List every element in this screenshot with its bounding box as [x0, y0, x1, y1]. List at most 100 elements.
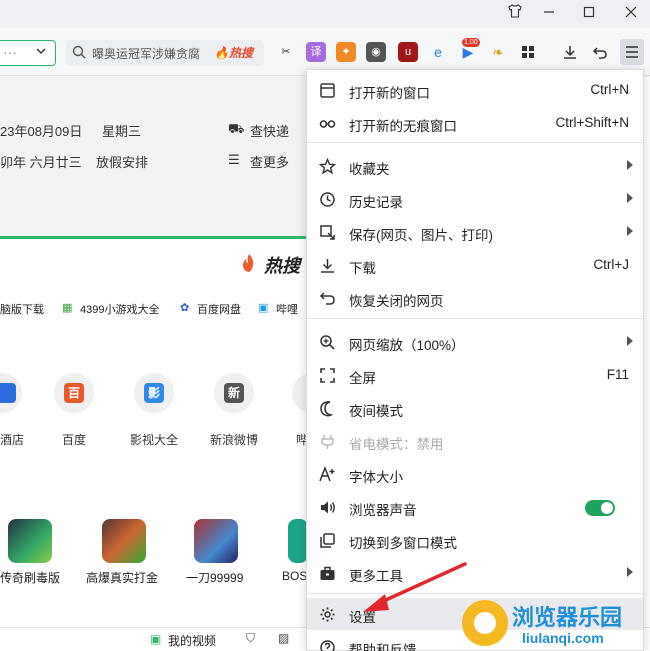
holiday-link[interactable]: 放假安排 [96, 152, 148, 171]
link-4399[interactable]: 4399小游戏大全 [80, 301, 159, 317]
menu-save[interactable]: 保存(网页、图片、打印) [307, 216, 643, 248]
menu-label: 夜间模式 [349, 404, 403, 419]
download-toolbar-icon[interactable] [560, 42, 580, 62]
watermark-title: 浏览器乐园 [512, 605, 623, 631]
menu-label: 切换到多窗口模式 [349, 536, 457, 551]
bilibili-icon: ▣ [258, 302, 269, 314]
sound-toggle[interactable] [585, 500, 615, 516]
download-icon [321, 259, 334, 273]
menu-shortcut: F11 [606, 367, 629, 382]
check-express-link[interactable]: 查快递 [250, 121, 289, 140]
maximize-button[interactable] [574, 2, 604, 24]
quick-links-row: 脑版下载 ▦ 4399小游戏大全 ✿ 百度网盘 ▣ 哔哩 [0, 299, 320, 319]
toggle-knob [601, 502, 613, 514]
tile-hotel[interactable] [0, 373, 22, 413]
watermark: 浏览器乐园 liulanqi.com [462, 598, 650, 651]
list-icon: ☰ [228, 152, 240, 167]
extension-cat-icon[interactable]: ◉ [366, 42, 386, 62]
my-videos-link[interactable]: 我的视频 [168, 632, 216, 649]
hot-search-badge[interactable]: 🔥热搜 [214, 44, 253, 61]
save-icon [320, 225, 335, 240]
calendar-lunar: 卯年 六月廿三 [0, 155, 82, 170]
link-bilibili[interactable]: 哔哩 [276, 301, 298, 317]
shirt-icon[interactable] [500, 2, 530, 24]
4399-icon: ▦ [62, 302, 73, 314]
gear-icon [320, 607, 335, 622]
help-icon [320, 640, 335, 651]
star-icon [319, 158, 336, 175]
toolbox-icon [320, 566, 335, 580]
link-desktop-download[interactable]: 脑版下载 [0, 301, 44, 317]
fullscreen-icon [320, 368, 335, 383]
menu-favorites[interactable]: 收藏夹 [307, 150, 643, 182]
submenu-arrow-icon [627, 226, 633, 236]
clock-icon [320, 192, 335, 207]
moon-icon [320, 401, 334, 417]
submenu-arrow-icon [627, 160, 633, 170]
game-thumb-3[interactable] [194, 519, 238, 563]
truck-icon: ⛟ [228, 121, 245, 136]
translate-icon[interactable]: 译 [306, 42, 326, 62]
game-label-4[interactable]: BOS [282, 569, 307, 583]
menu-label: 下载 [349, 261, 376, 276]
tile-weibo[interactable]: 新 [214, 373, 254, 413]
font-size-icon [319, 466, 335, 482]
game-thumb-4[interactable] [288, 519, 308, 563]
menu-new-incognito-window[interactable]: 打开新的无痕窗口 Ctrl+Shift+N [307, 107, 643, 139]
watermark-logo [462, 600, 508, 646]
menu-browser-sound[interactable]: 浏览器声音 [307, 491, 643, 523]
main-menu-button[interactable] [620, 39, 644, 65]
undo-toolbar-icon[interactable] [590, 42, 610, 62]
address-bar[interactable]: ··· [0, 40, 56, 66]
tile-video[interactable]: 影 [134, 373, 174, 413]
game-thumb-1[interactable] [8, 519, 52, 563]
minimize-button[interactable] [534, 2, 564, 24]
submenu-arrow-icon [627, 336, 633, 346]
game-label-2[interactable]: 高爆真实打金 [86, 569, 158, 586]
tile-label-hotel: 酒店 [0, 433, 25, 447]
hot-search-title[interactable]: 热搜 [264, 252, 300, 278]
speaker-icon [321, 501, 335, 514]
menu-shortcut: Ctrl+N [590, 82, 629, 97]
game-label-1[interactable]: 传奇刷毒版 [0, 569, 60, 586]
menu-new-window[interactable]: 打开新的窗口 Ctrl+N [307, 74, 643, 106]
video-play-icon: ▣ [150, 632, 162, 646]
more-link[interactable]: 查更多 [250, 152, 289, 171]
game-controller-icon[interactable]: ✦ [336, 42, 356, 62]
menu-label: 收藏夹 [349, 162, 390, 177]
ublock-icon[interactable]: u [398, 42, 418, 62]
image-icon[interactable]: ▨ [278, 631, 289, 645]
game-thumb-2[interactable] [102, 519, 146, 563]
menu-label: 字体大小 [349, 470, 403, 485]
scissors-icon[interactable]: ✂ [276, 42, 296, 62]
ie-icon[interactable]: e [428, 42, 448, 62]
shield-icon[interactable]: ⛉ [246, 631, 255, 646]
menu-zoom[interactable]: 网页缩放（100%） [307, 326, 643, 358]
title-bar [0, 0, 650, 28]
submenu-arrow-icon [627, 567, 633, 577]
chevron-down-icon[interactable] [35, 45, 47, 60]
menu-label: 全屏 [349, 371, 376, 386]
menu-multiwindow[interactable]: 切换到多窗口模式 [307, 524, 643, 556]
game-label-3[interactable]: 一刀99999 [186, 569, 243, 586]
tile-baidu[interactable]: 百 [54, 373, 94, 413]
menu-font-size[interactable]: 字体大小 [307, 458, 643, 490]
bird-extension-icon[interactable]: ❧ [488, 42, 508, 62]
green-divider [0, 236, 320, 239]
link-baidu-netdisk[interactable]: 百度网盘 [197, 301, 241, 317]
calendar-date: 23年08月09日 [0, 124, 83, 139]
menu-label: 帮助和反馈 [349, 643, 417, 651]
menu-restore-closed[interactable]: 恢复关闭的网页 [307, 282, 643, 314]
tile-label-weibo: 新浪微博 [210, 433, 259, 447]
menu-fullscreen[interactable]: 全屏 F11 [307, 359, 643, 391]
menu-downloads[interactable]: 下载 Ctrl+J [307, 249, 643, 281]
apps-grid-icon[interactable] [518, 42, 538, 62]
menu-night-mode[interactable]: 夜间模式 [307, 392, 643, 424]
flame-icon [243, 254, 254, 272]
search-suggestion[interactable]: 曝奥运冠军涉嫌贪腐 [92, 45, 200, 62]
menu-label: 保存(网页、图片、打印) [349, 228, 493, 243]
search-box[interactable]: 曝奥运冠军涉嫌贪腐 🔥热搜 [66, 40, 264, 66]
menu-history[interactable]: 历史记录 [307, 183, 643, 215]
close-button[interactable] [616, 2, 646, 24]
calendar-weekday: 星期三 [102, 124, 142, 139]
